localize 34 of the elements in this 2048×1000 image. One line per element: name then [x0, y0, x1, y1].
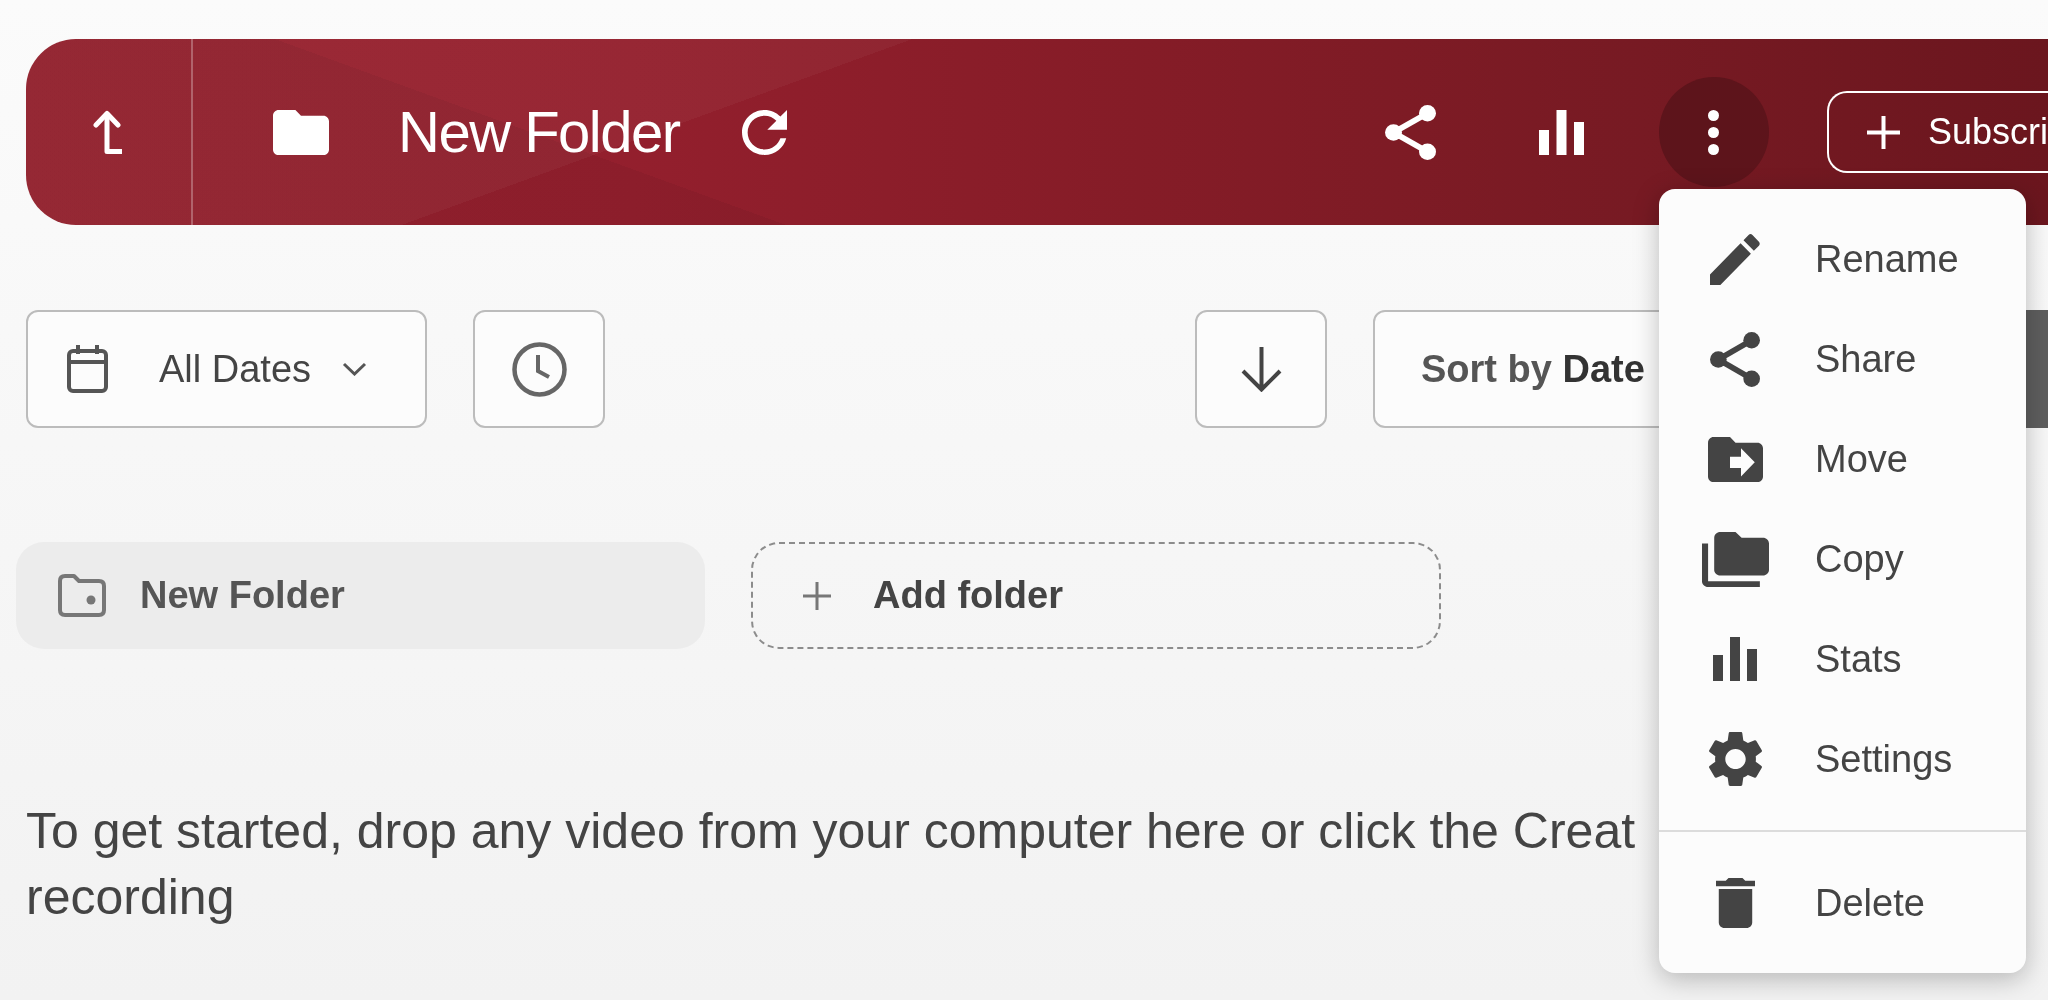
plus-icon [1866, 115, 1900, 149]
plus-icon [803, 581, 831, 610]
sort-order-button[interactable] [1195, 310, 1327, 428]
down-arrow-icon [1239, 346, 1283, 392]
time-filter-button[interactable] [473, 310, 605, 428]
folder-chip[interactable]: New Folder [16, 542, 705, 649]
refresh-icon[interactable] [741, 109, 787, 155]
subscribe-button[interactable]: Subscri [1826, 91, 2048, 173]
menu-item[interactable]: Delete [1659, 853, 2026, 953]
folders-stack-icon [1701, 531, 1769, 587]
chevron-down-icon [342, 362, 368, 376]
menu-item[interactable]: Stats [1659, 609, 2026, 709]
folder-title: New Folder [398, 103, 680, 161]
instruction-text: recording [26, 868, 235, 927]
settings-icon [1707, 731, 1763, 787]
trash-icon [1715, 878, 1755, 928]
menu-item[interactable]: Copy [1659, 509, 2026, 609]
calendar-icon [67, 345, 108, 393]
add-folder-button[interactable]: Add folder [751, 542, 1441, 649]
date-filter-button[interactable]: All Dates [26, 310, 427, 428]
three-dots-icon [1708, 109, 1720, 155]
clock-icon [511, 341, 567, 397]
menu-item[interactable]: Rename [1659, 209, 2026, 309]
share-icon [1710, 331, 1760, 387]
menu-item[interactable]: Settings [1659, 709, 2026, 809]
folder-outline-icon [58, 574, 106, 617]
bar-chart-icon [1713, 637, 1757, 681]
pencil-icon [1710, 233, 1760, 285]
folder-icon [273, 109, 329, 155]
up-arrow-icon[interactable] [92, 108, 125, 156]
bar-chart-icon[interactable] [1539, 109, 1585, 155]
instruction-text: To get started, drop any video from your computer here or click the Creat [26, 802, 1636, 861]
share-icon[interactable] [1385, 104, 1437, 160]
folder-arrow-icon [1707, 436, 1763, 482]
